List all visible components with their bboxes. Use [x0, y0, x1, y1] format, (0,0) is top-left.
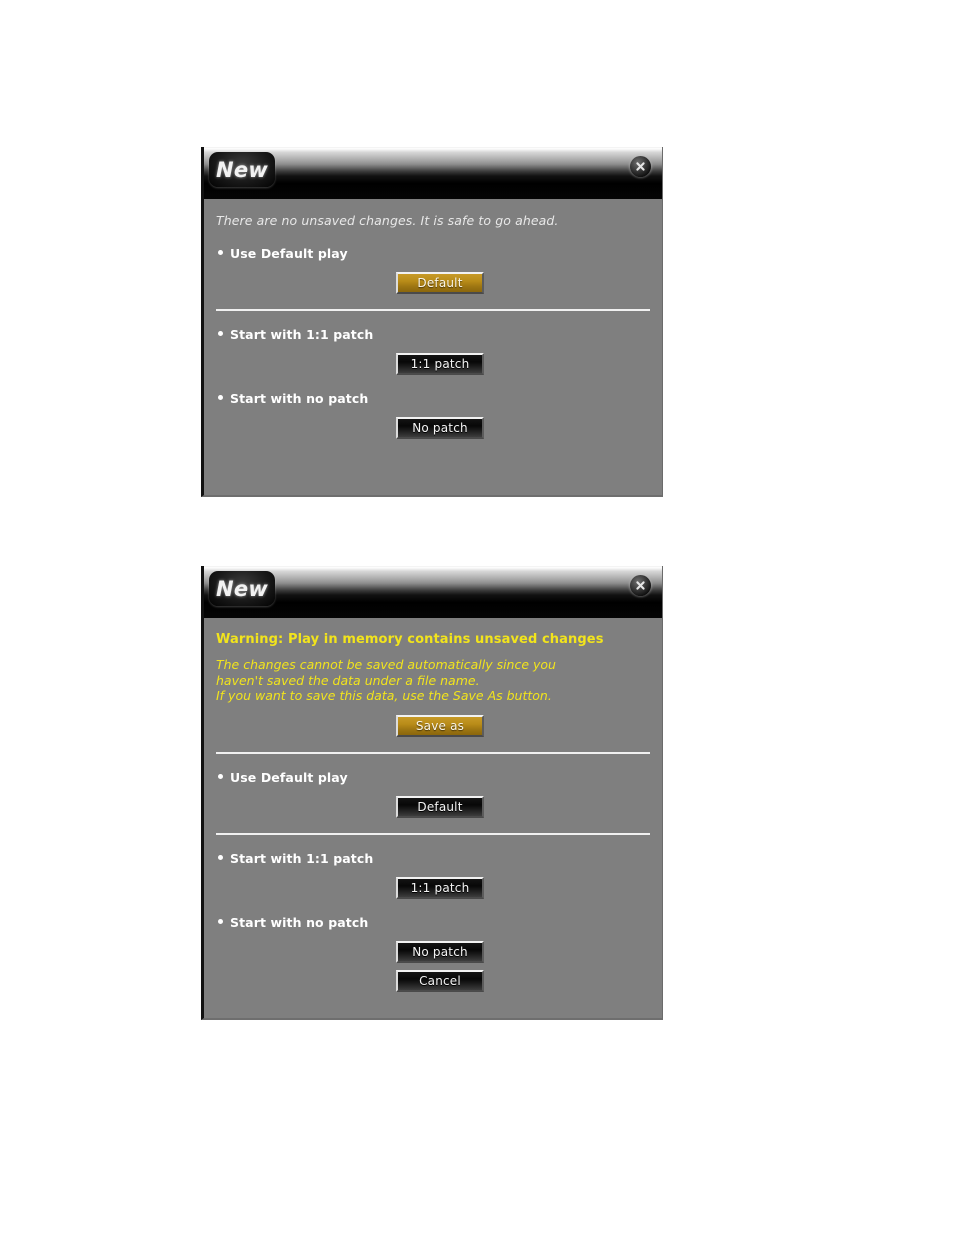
one-to-one-patch-button-row: 1:1 patch: [214, 342, 652, 375]
dialog-body: Warning: Play in memory contains unsaved…: [204, 618, 662, 992]
no-patch-button-row: No patch: [214, 930, 652, 963]
new-play-dialog-clean: New There are no unsaved changes. It is …: [201, 147, 663, 497]
option-text: Use Default play: [230, 769, 348, 785]
warning-body: The changes cannot be saved automaticall…: [214, 647, 652, 704]
option-label-no-patch: Start with no patch: [214, 899, 652, 930]
status-message: There are no unsaved changes. It is safe…: [216, 213, 559, 228]
no-patch-button[interactable]: No patch: [396, 417, 484, 439]
bullet-icon: [218, 250, 223, 255]
option-text: Start with 1:1 patch: [230, 327, 374, 342]
default-button[interactable]: Default: [396, 795, 484, 818]
option-label-one-to-one: Start with 1:1 patch: [214, 311, 652, 342]
bullet-icon: [218, 395, 223, 400]
option-label-default: Use Default play: [214, 754, 652, 785]
tab-new[interactable]: New: [209, 571, 275, 606]
warning-line: If you want to save this data, use the S…: [216, 688, 552, 703]
dialog-titlebar: New: [204, 147, 662, 199]
close-icon[interactable]: [630, 575, 651, 596]
close-icon[interactable]: [630, 156, 651, 177]
bullet-icon: [218, 854, 223, 860]
dialog-body: There are no unsaved changes. It is safe…: [204, 199, 662, 439]
option-text: Start with no patch: [230, 914, 369, 930]
dialog-titlebar: New: [204, 566, 662, 618]
default-button-label: Default: [417, 799, 463, 814]
default-button-label: Default: [417, 276, 463, 290]
option-text: Start with no patch: [230, 391, 369, 406]
option-label-no-patch: Start with no patch: [214, 375, 652, 406]
no-patch-button[interactable]: No patch: [396, 940, 484, 963]
option-label-default: Use Default play: [214, 230, 652, 261]
no-patch-button-label: No patch: [412, 944, 468, 959]
save-as-button[interactable]: Save as: [396, 714, 484, 737]
save-as-button-label: Save as: [415, 718, 465, 733]
warning-line: haven't saved the data under a file name…: [216, 672, 480, 688]
default-button-row: Default: [214, 785, 652, 818]
bullet-icon: [218, 773, 223, 779]
option-text: Use Default play: [230, 246, 348, 261]
option-text: Start with 1:1 patch: [230, 850, 374, 866]
one-to-one-patch-button-label: 1:1 patch: [410, 880, 470, 895]
no-patch-button-label: No patch: [412, 421, 468, 435]
no-patch-button-row: No patch: [214, 406, 652, 439]
warning-line: The changes cannot be saved automaticall…: [216, 657, 556, 672]
new-play-dialog-warning: New Warning: Play in memory contains uns…: [201, 566, 663, 1020]
warning-title: Warning: Play in memory contains unsaved…: [216, 632, 604, 647]
cancel-button-row: Cancel: [214, 963, 652, 992]
bullet-icon: [218, 331, 223, 336]
bullet-icon: [218, 918, 223, 924]
default-button-row: Default: [214, 261, 652, 294]
save-as-button-row: Save as: [214, 704, 652, 737]
cancel-button[interactable]: Cancel: [396, 969, 484, 992]
tab-new-label: New: [215, 576, 269, 601]
one-to-one-patch-button-label: 1:1 patch: [410, 357, 470, 371]
one-to-one-patch-button-row: 1:1 patch: [214, 866, 652, 899]
tab-new-label: New: [215, 157, 269, 182]
one-to-one-patch-button[interactable]: 1:1 patch: [396, 876, 484, 899]
cancel-button-label: Cancel: [419, 973, 461, 988]
tab-new[interactable]: New: [209, 152, 275, 187]
one-to-one-patch-button[interactable]: 1:1 patch: [396, 353, 484, 375]
default-button[interactable]: Default: [396, 272, 484, 294]
option-label-one-to-one: Start with 1:1 patch: [214, 835, 652, 866]
